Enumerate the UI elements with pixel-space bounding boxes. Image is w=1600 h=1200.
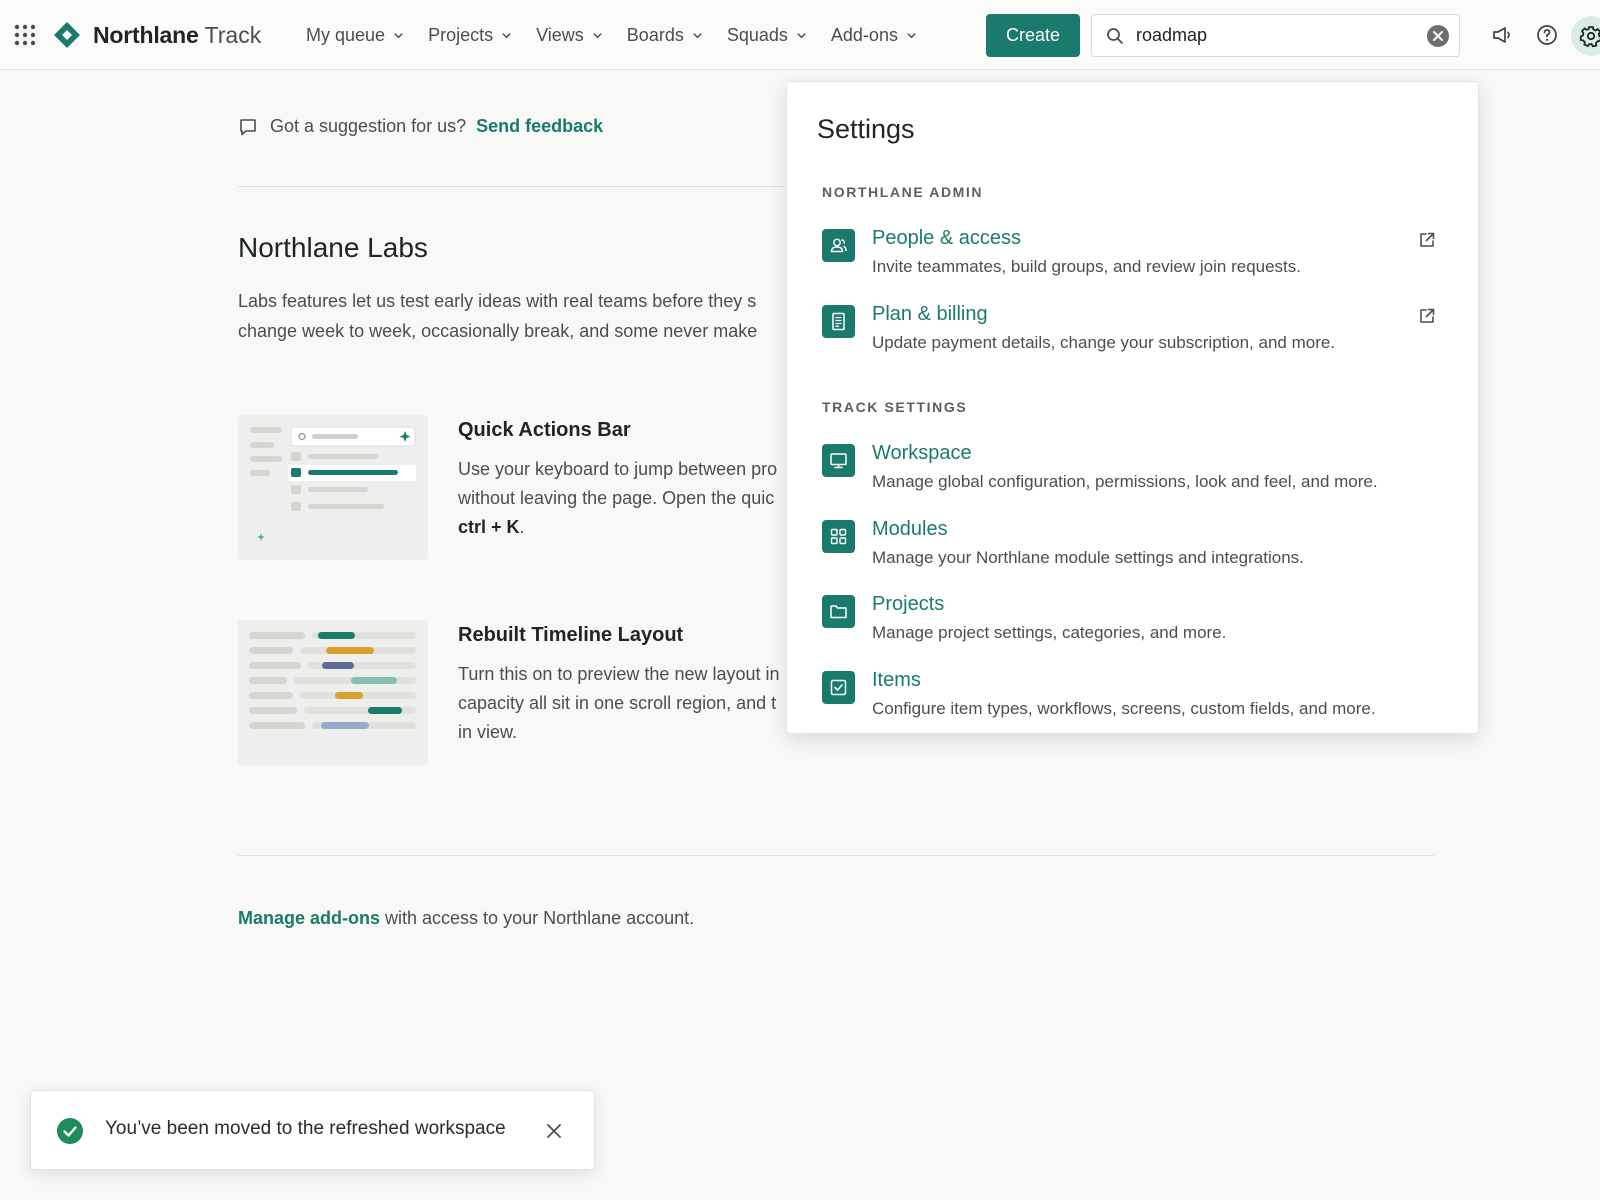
feature-description-line: without leaving the page. Open the quic [458, 488, 775, 508]
feature-title-quick-actions: Quick Actions Bar [458, 419, 631, 441]
feature-description-timeline: Turn this on to preview the new layout i… [458, 660, 788, 747]
feature-description-quick-actions: Use your keyboard to jump between pro wi… [458, 455, 788, 542]
top-navigation-bar: Northlane Track My queue Projects Views … [0, 0, 1600, 70]
setting-title: Plan & billing [872, 303, 988, 325]
chat-bubble-icon [240, 118, 256, 135]
setting-description: Manage project settings, categories, and… [872, 623, 1227, 642]
chevron-down-icon [502, 32, 511, 38]
keyboard-shortcut: ctrl + K [458, 517, 520, 537]
setting-description: Manage your Northlane module settings an… [872, 548, 1304, 567]
toast-message: You’ve been moved to the refreshed works… [105, 1118, 506, 1139]
setting-people-access[interactable]: People & access Invite teammates, build … [822, 227, 1442, 289]
create-button[interactable]: Create [986, 14, 1080, 57]
setting-description: Update payment details, change your subs… [872, 333, 1336, 352]
close-icon[interactable] [544, 1121, 564, 1141]
chevron-down-icon [907, 32, 916, 38]
chevron-down-icon [394, 32, 403, 38]
search-input[interactable] [1136, 25, 1416, 46]
nav-squads[interactable]: Squads [727, 25, 807, 46]
nav-add-ons[interactable]: Add-ons [831, 25, 917, 46]
brand-product: Track [204, 21, 262, 48]
brand-name: Northlane [93, 21, 199, 48]
nav-label: My queue [306, 24, 386, 45]
external-link-icon[interactable] [1418, 307, 1436, 325]
help-icon[interactable] [1535, 23, 1559, 47]
external-link-icon[interactable] [1418, 231, 1436, 249]
checkbox-icon [822, 671, 855, 704]
feedback-row: Got a suggestion for us? Send feedback [238, 116, 603, 137]
search-icon [1107, 27, 1123, 44]
nav-my-queue[interactable]: My queue [306, 25, 404, 46]
feature-description-line: ctrl + K. [458, 513, 788, 542]
manage-addons-text: with access to your Northlane account. [380, 908, 695, 928]
nav-label: Projects [428, 24, 494, 45]
labs-description-line: change week to week, occasionally break,… [238, 321, 758, 341]
nav-views[interactable]: Views [536, 25, 603, 46]
feature-description-line: Use your keyboard to jump between pro [458, 459, 778, 479]
labs-description-line: Labs features let us test early ideas wi… [238, 291, 757, 311]
feature-title-timeline: Rebuilt Timeline Layout [458, 624, 684, 646]
feature-description-line: in view. [458, 722, 518, 742]
setting-title: Modules [872, 518, 948, 540]
modules-grid-icon [822, 520, 855, 553]
success-check-icon [57, 1118, 83, 1144]
setting-workspace[interactable]: Workspace Manage global configuration, p… [822, 442, 1442, 504]
setting-title: Items [872, 669, 921, 691]
section-label-track: TRACK SETTINGS [822, 399, 968, 415]
section-label-admin: NORTHLANE ADMIN [822, 184, 984, 200]
setting-description: Manage global configuration, permissions… [872, 472, 1378, 491]
feature-description-line: Turn this on to preview the new layout i… [458, 664, 780, 684]
setting-modules[interactable]: Modules Manage your Northlane module set… [822, 518, 1442, 580]
folder-icon [822, 595, 855, 628]
chevron-down-icon [693, 32, 702, 38]
section-divider [238, 186, 798, 187]
labs-title: Northlane Labs [238, 232, 428, 263]
chevron-down-icon [797, 32, 806, 38]
feedback-prompt: Got a suggestion for us? [270, 116, 467, 136]
shortcut-suffix: . [519, 517, 525, 537]
nav-projects[interactable]: Projects [428, 25, 512, 46]
monitor-icon [822, 444, 855, 477]
manage-addons-link[interactable]: Manage add-ons [238, 908, 380, 928]
section-divider [238, 855, 1434, 856]
main-nav: My queue Projects Views Boards Squads Ad… [294, 20, 929, 50]
success-toast: You’ve been moved to the refreshed works… [30, 1090, 595, 1170]
setting-projects[interactable]: Projects Manage project settings, catego… [822, 593, 1442, 655]
setting-plan-billing[interactable]: Plan & billing Update payment details, c… [822, 303, 1442, 365]
setting-title: Workspace [872, 442, 972, 464]
settings-title: Settings [817, 114, 915, 144]
chevron-down-icon [593, 32, 602, 38]
setting-description: Configure item types, workflows, screens… [872, 699, 1376, 718]
nav-label: Squads [726, 24, 788, 45]
brand-home-link[interactable]: Northlane Track [53, 20, 261, 50]
nav-label: Views [536, 24, 584, 45]
nav-boards[interactable]: Boards [627, 25, 703, 46]
setting-description: Invite teammates, build groups, and revi… [872, 257, 1302, 276]
megaphone-icon[interactable] [1490, 23, 1514, 47]
nav-label: Boards [626, 24, 684, 45]
manage-addons-row: Manage add-ons with access to your North… [238, 908, 694, 929]
setting-items[interactable]: Items Configure item types, workflows, s… [822, 669, 1442, 731]
settings-gear-button[interactable] [1571, 16, 1600, 56]
quick-actions-preview-image [238, 415, 428, 560]
receipt-icon [822, 305, 855, 338]
clear-search-icon[interactable] [1427, 25, 1449, 47]
app-grid-icon[interactable] [14, 24, 36, 46]
setting-title: Projects [872, 593, 945, 615]
setting-title: People & access [872, 227, 1021, 249]
timeline-layout-preview-image [238, 620, 428, 765]
settings-dropdown: Settings NORTHLANE ADMIN People & access… [786, 81, 1479, 734]
people-icon [822, 229, 855, 262]
labs-description: Labs features let us test early ideas wi… [238, 286, 798, 346]
search-box[interactable] [1091, 14, 1460, 57]
gear-icon [1579, 26, 1600, 48]
send-feedback-link[interactable]: Send feedback [476, 116, 603, 137]
nav-label: Add-ons [830, 24, 898, 45]
brand-logo-icon [54, 22, 80, 48]
feature-description-line: capacity all sit in one scroll region, a… [458, 693, 777, 713]
